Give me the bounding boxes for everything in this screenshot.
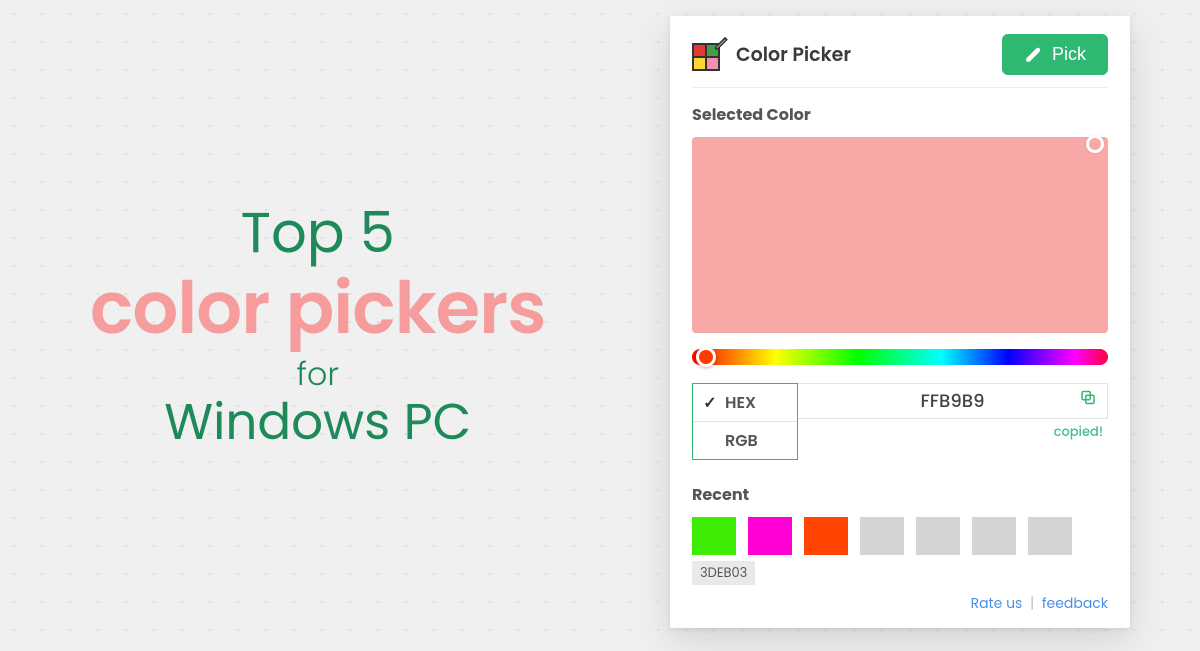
pick-button-label: Pick xyxy=(1052,44,1086,65)
color-picker-panel: Color Picker Pick Selected Color ✓ HEX R… xyxy=(670,16,1130,628)
recent-swatch[interactable] xyxy=(972,517,1016,555)
app-logo-icon xyxy=(692,39,724,71)
pick-button[interactable]: Pick xyxy=(1002,34,1108,75)
rate-us-link[interactable]: Rate us xyxy=(971,593,1023,613)
recent-swatch[interactable] xyxy=(860,517,904,555)
eyedropper-icon xyxy=(1024,46,1042,64)
hue-thumb-icon[interactable] xyxy=(696,347,716,367)
format-select[interactable]: ✓ HEX RGB xyxy=(692,383,798,460)
recent-swatch-tooltip: 3DEB03 xyxy=(692,561,755,585)
selected-color-label: Selected Color xyxy=(692,102,1108,127)
recent-swatch[interactable] xyxy=(692,517,736,555)
recent-swatch[interactable] xyxy=(748,517,792,555)
recent-swatches xyxy=(692,517,1108,555)
brand: Color Picker xyxy=(692,39,851,71)
hue-slider[interactable] xyxy=(692,349,1108,365)
copied-toast: copied! xyxy=(1054,422,1103,442)
feedback-link[interactable]: feedback xyxy=(1042,593,1108,613)
recent-label: Recent xyxy=(692,482,1108,507)
format-option-rgb[interactable]: RGB xyxy=(693,421,797,459)
saturation-value-area[interactable] xyxy=(692,137,1108,333)
color-value-field[interactable]: FFB9B9 copied! xyxy=(798,383,1108,419)
panel-footer: Rate us | feedback xyxy=(692,593,1108,614)
marketing-headline: Top 5 color pickers for Windows PC xyxy=(90,199,545,453)
check-icon: ✓ xyxy=(703,390,717,415)
copy-button[interactable] xyxy=(1079,388,1097,415)
panel-header: Color Picker Pick xyxy=(692,34,1108,88)
format-row: ✓ HEX RGB FFB9B9 copied! xyxy=(692,383,1108,460)
app-title: Color Picker xyxy=(736,40,851,69)
color-value-text: FFB9B9 xyxy=(920,388,984,415)
copy-icon xyxy=(1079,389,1097,407)
recent-swatch[interactable] xyxy=(804,517,848,555)
recent-swatch[interactable] xyxy=(916,517,960,555)
headline-line-4: Windows PC xyxy=(90,392,545,452)
recent-swatch[interactable] xyxy=(1028,517,1072,555)
sv-cursor-icon[interactable] xyxy=(1086,135,1104,153)
headline-line-2: color pickers xyxy=(90,266,545,352)
format-option-hex[interactable]: ✓ HEX xyxy=(693,384,797,421)
headline-line-1: Top 5 xyxy=(90,199,545,266)
